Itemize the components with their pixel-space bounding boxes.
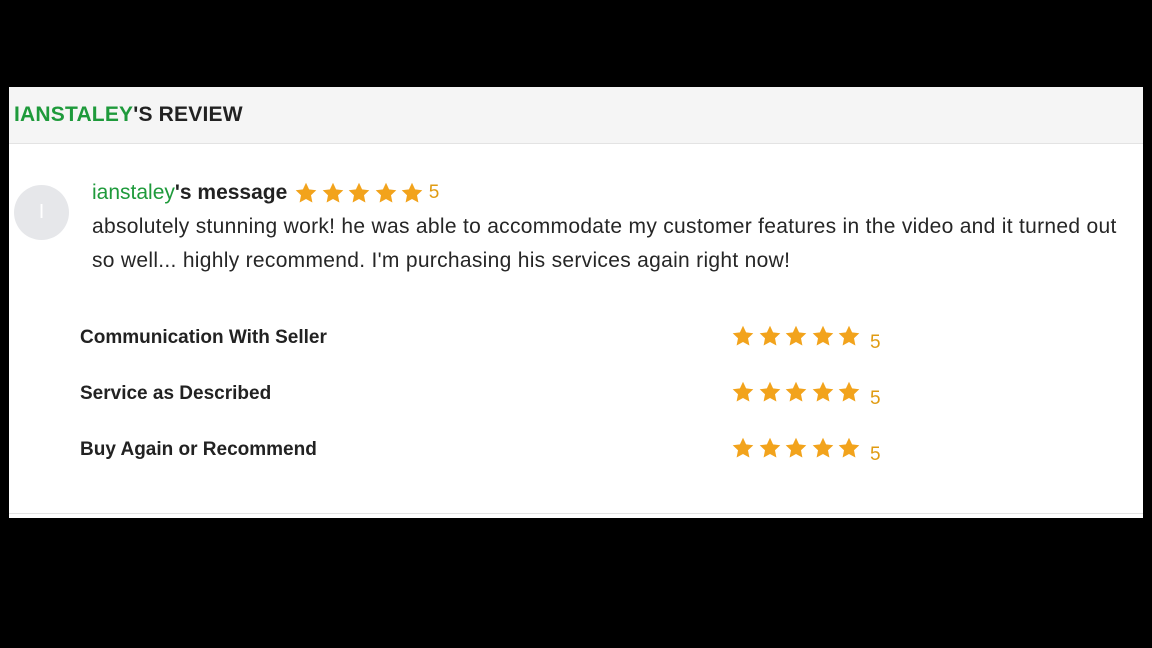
rating-stars-group: 5 xyxy=(731,380,881,410)
rating-label: Buy Again or Recommend xyxy=(80,439,317,460)
overall-score: 5 xyxy=(428,182,440,203)
star-icon xyxy=(732,381,754,402)
star-icon xyxy=(375,182,397,203)
star-icon xyxy=(759,381,780,402)
star-icon xyxy=(812,325,833,346)
star-icon xyxy=(401,182,423,203)
rating-label: Service as Described xyxy=(80,383,272,404)
star-icon xyxy=(732,437,754,458)
star-icon xyxy=(812,437,833,458)
star-icon xyxy=(759,325,780,346)
star-icon xyxy=(785,437,807,458)
star-icon xyxy=(348,182,370,203)
rating-score: 5 xyxy=(869,444,881,465)
rating-row-service: Service as Described 5 xyxy=(80,379,980,435)
star-icon xyxy=(838,437,860,458)
rating-score: 5 xyxy=(869,332,881,353)
message-heading: ianstaley 's message 5 xyxy=(92,179,439,207)
star-icon xyxy=(838,381,860,402)
rating-stars-group: 5 xyxy=(731,324,881,354)
message-heading-suffix: 's message xyxy=(174,181,288,204)
star-rating xyxy=(731,436,864,460)
star-rating xyxy=(731,324,864,348)
review-title-suffix: 'S REVIEW xyxy=(133,103,243,126)
star-icon xyxy=(812,381,833,402)
avatar[interactable]: I xyxy=(14,185,69,240)
star-icon xyxy=(732,325,754,346)
star-icon xyxy=(838,325,860,346)
review-header: IANSTALEY'S REVIEW xyxy=(9,87,1143,144)
review-message: absolutely stunning work! he was able to… xyxy=(92,215,1117,272)
review-card: IANSTALEY'S REVIEW I ianstaley 's messag… xyxy=(9,87,1143,518)
reviewer-name-link[interactable]: ianstaley xyxy=(92,181,175,205)
star-icon xyxy=(759,437,780,458)
star-rating xyxy=(731,380,864,404)
overall-star-rating xyxy=(294,181,427,205)
rating-row-communication: Communication With Seller 5 xyxy=(80,323,980,379)
rating-stars-group: 5 xyxy=(731,436,881,466)
avatar-initial: I xyxy=(38,201,45,223)
star-icon xyxy=(322,182,344,203)
card-divider xyxy=(9,513,1143,514)
review-title-name: IANSTALEY xyxy=(14,103,134,126)
rating-label: Communication With Seller xyxy=(80,327,327,348)
review-title: IANSTALEY'S REVIEW xyxy=(14,103,243,127)
star-icon xyxy=(785,325,807,346)
rating-score: 5 xyxy=(869,388,881,409)
rating-row-buy-again: Buy Again or Recommend 5 xyxy=(80,435,980,491)
rating-breakdown: Communication With Seller 5 Service as D… xyxy=(80,323,980,491)
star-icon xyxy=(295,182,317,203)
star-icon xyxy=(785,381,807,402)
